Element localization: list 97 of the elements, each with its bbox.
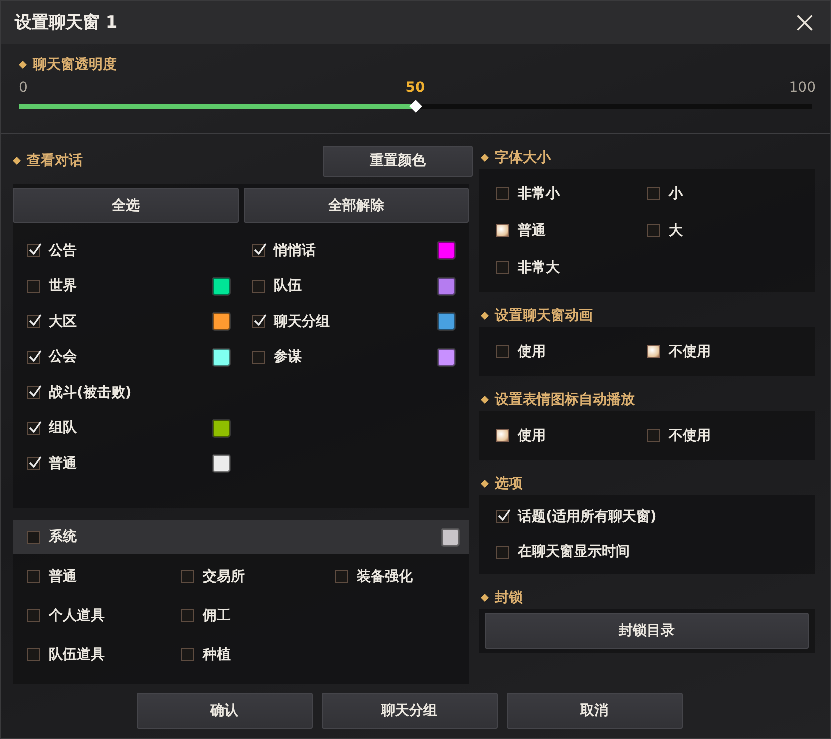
checkbox-label: 佣工 <box>203 606 231 624</box>
checkbox-label: 参谋 <box>274 348 302 366</box>
section-heading: 选项 <box>495 474 523 492</box>
checkbox-label: 公告 <box>49 242 77 260</box>
section-heading: 设置聊天窗动画 <box>495 306 593 324</box>
checkbox[interactable] <box>27 609 40 622</box>
color-swatch[interactable] <box>213 348 230 366</box>
color-swatch[interactable] <box>438 348 455 366</box>
radio-box[interactable] <box>496 429 509 442</box>
max-value: 100 <box>789 80 816 96</box>
dialog-button[interactable]: 取消 <box>506 693 682 729</box>
section-heading: 字体大小 <box>495 148 551 166</box>
color-swatch[interactable] <box>438 313 455 330</box>
slider-thumb[interactable] <box>409 100 422 113</box>
reset-color-button[interactable]: 重置颜色 <box>323 146 473 176</box>
diamond-icon <box>13 157 21 165</box>
diamond-icon <box>481 396 489 404</box>
checkbox-label: 系统 <box>49 528 77 546</box>
option-label: 非常小 <box>518 184 560 202</box>
color-swatch[interactable] <box>438 242 455 260</box>
section-heading: 聊天窗透明度 <box>33 56 117 74</box>
checkbox-label: 世界 <box>49 277 77 296</box>
color-swatch[interactable] <box>438 278 455 295</box>
color-swatch[interactable] <box>213 278 230 295</box>
color-swatch[interactable] <box>213 455 230 472</box>
checkbox[interactable] <box>496 546 509 559</box>
checkbox[interactable] <box>27 280 40 293</box>
checkbox-label: 种植 <box>203 646 231 664</box>
checkbox[interactable] <box>252 350 265 364</box>
checkbox-label: 大区 <box>49 312 77 331</box>
checkbox[interactable] <box>252 244 265 258</box>
option-label: 使用 <box>518 342 546 360</box>
checkbox-label: 悄悄话 <box>274 242 316 260</box>
checkbox[interactable] <box>496 510 509 524</box>
radio-box[interactable] <box>496 261 509 274</box>
checkbox[interactable] <box>27 350 40 364</box>
radio-box[interactable] <box>647 187 660 200</box>
block-list-button[interactable]: 封锁目录 <box>485 613 809 649</box>
radio-box[interactable] <box>647 224 660 237</box>
checkbox[interactable] <box>27 570 40 583</box>
checkbox[interactable] <box>335 570 348 583</box>
checkbox-label: 聊天分组 <box>274 312 330 331</box>
option-label: 不使用 <box>669 426 711 444</box>
diamond-icon <box>481 480 489 488</box>
min-value: 0 <box>19 80 28 96</box>
checkbox[interactable] <box>252 315 265 328</box>
checkbox[interactable] <box>27 422 40 435</box>
checkbox-label: 公会 <box>49 348 77 366</box>
checkbox[interactable] <box>252 280 265 293</box>
diamond-icon <box>481 312 489 320</box>
checkbox-label: 战斗(被击败) <box>49 384 132 402</box>
checkbox-label: 普通 <box>49 454 77 473</box>
radio-box[interactable] <box>496 187 509 200</box>
color-swatch[interactable] <box>213 420 230 437</box>
checkbox[interactable] <box>27 315 40 328</box>
deselect-all-button[interactable]: 全部解除 <box>244 188 469 223</box>
radio-box[interactable] <box>496 345 509 358</box>
checkbox-label: 组队 <box>49 419 77 438</box>
option-label: 非常大 <box>518 258 560 276</box>
checkbox-label: 普通 <box>49 568 77 586</box>
option-label: 使用 <box>518 426 546 444</box>
checkbox-label: 话题(适用所有聊天窗) <box>518 508 657 526</box>
checkbox[interactable] <box>27 386 40 400</box>
checkbox-label: 个人道具 <box>49 606 105 624</box>
checkbox[interactable] <box>27 530 40 544</box>
checkbox-label: 在聊天窗显示时间 <box>518 543 630 562</box>
checkbox[interactable] <box>27 244 40 258</box>
color-swatch[interactable] <box>442 528 459 546</box>
option-label: 小 <box>669 184 683 202</box>
color-swatch[interactable] <box>213 313 230 330</box>
checkbox[interactable] <box>27 457 40 470</box>
select-all-button[interactable]: 全选 <box>13 188 238 223</box>
radio-box[interactable] <box>647 345 660 358</box>
diamond-icon <box>481 154 489 162</box>
section-heading: 封锁 <box>495 588 523 606</box>
option-label: 普通 <box>518 222 546 240</box>
diamond-icon <box>481 594 489 602</box>
checkbox-label: 队伍道具 <box>49 646 105 664</box>
checkbox-label: 队伍 <box>274 277 302 296</box>
checkbox[interactable] <box>181 570 194 583</box>
diamond-icon <box>19 61 27 69</box>
option-label: 大 <box>669 222 683 240</box>
checkbox[interactable] <box>27 648 40 661</box>
checkbox[interactable] <box>181 609 194 622</box>
checkbox-label: 交易所 <box>203 568 245 586</box>
section-heading: 查看对话 <box>27 152 83 170</box>
current-value: 50 <box>406 80 426 96</box>
section-heading: 设置表情图标自动播放 <box>495 390 635 408</box>
dialog-button[interactable]: 确认 <box>136 693 312 729</box>
radio-box[interactable] <box>496 224 509 237</box>
window-title: 设置聊天窗 1 <box>15 12 118 34</box>
checkbox-label: 装备强化 <box>357 568 413 586</box>
dialog-button[interactable]: 聊天分组 <box>322 693 498 729</box>
checkbox[interactable] <box>181 648 194 661</box>
option-label: 不使用 <box>669 342 711 360</box>
close-icon[interactable] <box>796 14 814 32</box>
radio-box[interactable] <box>647 429 660 442</box>
